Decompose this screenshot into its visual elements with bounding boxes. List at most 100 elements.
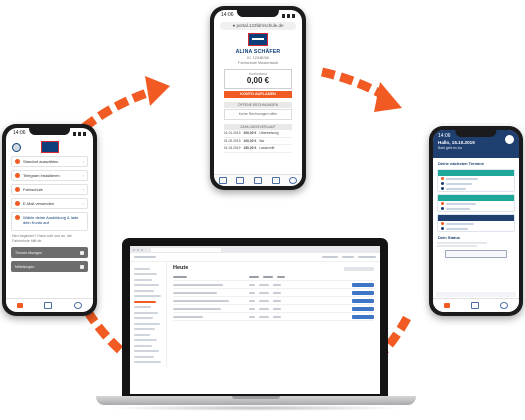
sidebar-item[interactable] <box>134 333 150 336</box>
topup-button[interactable]: KONTO AUFLADEN <box>224 91 292 98</box>
balance-value: 0,00 € <box>246 76 270 85</box>
map-pin-icon <box>15 159 20 164</box>
sidebar-item[interactable] <box>134 306 151 308</box>
row-action-button[interactable] <box>352 306 374 311</box>
menu-item-telegram[interactable]: Telegram installieren › <box>11 170 88 181</box>
avatar[interactable] <box>12 142 21 152</box>
window-minimize-icon[interactable] <box>137 248 139 251</box>
chevron-right-icon: › <box>82 187 84 192</box>
home-icon[interactable] <box>443 303 450 308</box>
sidebar-item[interactable] <box>134 355 154 358</box>
url-bar[interactable]: ● portal.123fahrschule.de <box>220 22 296 30</box>
status-time: 14:06 <box>13 130 26 136</box>
status-time: 14:06 <box>438 133 451 139</box>
payment-method: Überweisung <box>259 131 279 135</box>
browser-toolbar <box>214 174 302 186</box>
menu-item-email[interactable]: E-Mail versenden › <box>11 198 88 209</box>
menu-item-label: Wähle deine Ausbildung & lade dein Konto… <box>23 215 79 225</box>
payment-row: 01.01.2019 200,00 € Überweisung <box>224 130 292 138</box>
table-row <box>173 297 374 305</box>
map-pin-icon <box>441 227 444 230</box>
home-icon[interactable] <box>16 303 23 308</box>
payment-method: Lastschrift <box>259 146 275 150</box>
phone-screen: 14:06 Standort auswählen › Telegram inst… <box>6 128 93 312</box>
avatar[interactable] <box>505 135 514 144</box>
row-action-button[interactable] <box>352 314 374 319</box>
status-time: 14:06 <box>221 12 234 18</box>
sidebar-item[interactable] <box>134 361 161 363</box>
table-body <box>173 281 374 321</box>
row-action-button[interactable] <box>352 298 374 303</box>
composite-stage: 14:06 ● portal.123fahrschule.de ALINA SC… <box>0 0 525 420</box>
sidebar-item[interactable] <box>134 344 152 347</box>
table-row <box>173 313 374 321</box>
sidebar-item[interactable] <box>134 317 153 319</box>
greeting-title: Hallo, 15.10.2019 <box>438 140 475 145</box>
row-action-button[interactable] <box>352 290 374 295</box>
sidebar-item[interactable] <box>134 339 157 341</box>
phone-screen: 14:06 ● portal.123fahrschule.de ALINA SC… <box>214 10 302 186</box>
open-invoices-header: OFFENE RECHNUNGEN <box>224 102 292 108</box>
sidebar-item[interactable] <box>134 289 154 292</box>
arrow-head-left-top <box>145 76 170 106</box>
greeting-subtitle: Bald geht es los <box>438 146 463 150</box>
all-dates-button[interactable] <box>445 250 507 258</box>
payment-method: Bar <box>259 138 265 143</box>
sidebar-item[interactable] <box>134 311 158 314</box>
menu-item-label: Fahrschule <box>23 187 43 192</box>
app-header <box>6 139 93 153</box>
sidebar-item[interactable] <box>134 284 159 286</box>
status-title: Dein Status <box>438 235 461 240</box>
book-icon <box>441 222 444 225</box>
phone-menu: 14:06 Standort auswählen › Telegram inst… <box>2 124 97 316</box>
payment-row: 01.02.2019 100,00 € Bar <box>224 138 292 145</box>
menu-item-school[interactable]: Fahrschule › <box>11 184 88 195</box>
arrow-head-right-top <box>374 82 402 112</box>
laptop-screen: Heute <box>130 246 380 394</box>
calendar-icon[interactable] <box>44 302 53 309</box>
chevron-right-icon: › <box>82 173 84 178</box>
signal-icon <box>73 132 86 136</box>
sidebar-item[interactable] <box>134 350 159 352</box>
profile-icon[interactable] <box>500 302 509 309</box>
filter-select[interactable] <box>344 267 374 271</box>
sidebar-item[interactable] <box>134 273 157 275</box>
info-icon <box>15 215 20 220</box>
forward-icon[interactable] <box>236 177 245 184</box>
phone-notch <box>236 10 280 17</box>
telegram-icon <box>15 173 20 178</box>
app-topbar <box>130 253 380 262</box>
arc-right-top <box>320 67 388 100</box>
sidebar-item[interactable] <box>134 300 156 303</box>
sidebar-item[interactable] <box>134 322 160 325</box>
window-maximize-icon[interactable] <box>141 248 143 251</box>
page-title: Heute <box>173 265 189 271</box>
payment-amount: 100,00 € <box>243 138 257 143</box>
window-close-icon[interactable] <box>133 248 135 251</box>
lock-icon <box>80 264 84 269</box>
sidebar-item[interactable] <box>134 267 150 270</box>
payment-amount: 200,00 € <box>243 131 257 135</box>
back-icon[interactable] <box>218 177 227 184</box>
appointment-card[interactable] <box>437 214 515 232</box>
car-icon <box>441 202 444 205</box>
share-icon[interactable] <box>253 177 262 184</box>
appointment-card[interactable] <box>437 169 515 192</box>
promo-banner[interactable] <box>436 292 516 297</box>
sidebar <box>130 262 167 367</box>
bookmarks-icon[interactable] <box>271 177 280 184</box>
appointment-card[interactable] <box>437 194 515 212</box>
menu-item-training[interactable]: Wähle deine Ausbildung & lade dein Konto… <box>11 212 88 231</box>
calendar-icon[interactable] <box>470 302 479 309</box>
address-bar[interactable] <box>151 247 221 252</box>
sidebar-item[interactable] <box>134 328 155 330</box>
sidebar-item[interactable] <box>134 295 161 297</box>
row-action-button[interactable] <box>352 282 374 287</box>
payment-date: 01.03.2019 <box>224 146 241 150</box>
locked-item-messages[interactable]: Mitteilungen <box>11 261 88 272</box>
profile-icon[interactable] <box>74 302 83 309</box>
locked-item-theory[interactable]: Theorie übungen <box>11 247 88 258</box>
sidebar-item[interactable] <box>134 278 152 281</box>
menu-item-location[interactable]: Standort auswählen › <box>11 156 88 167</box>
tabs-icon[interactable] <box>289 177 298 184</box>
